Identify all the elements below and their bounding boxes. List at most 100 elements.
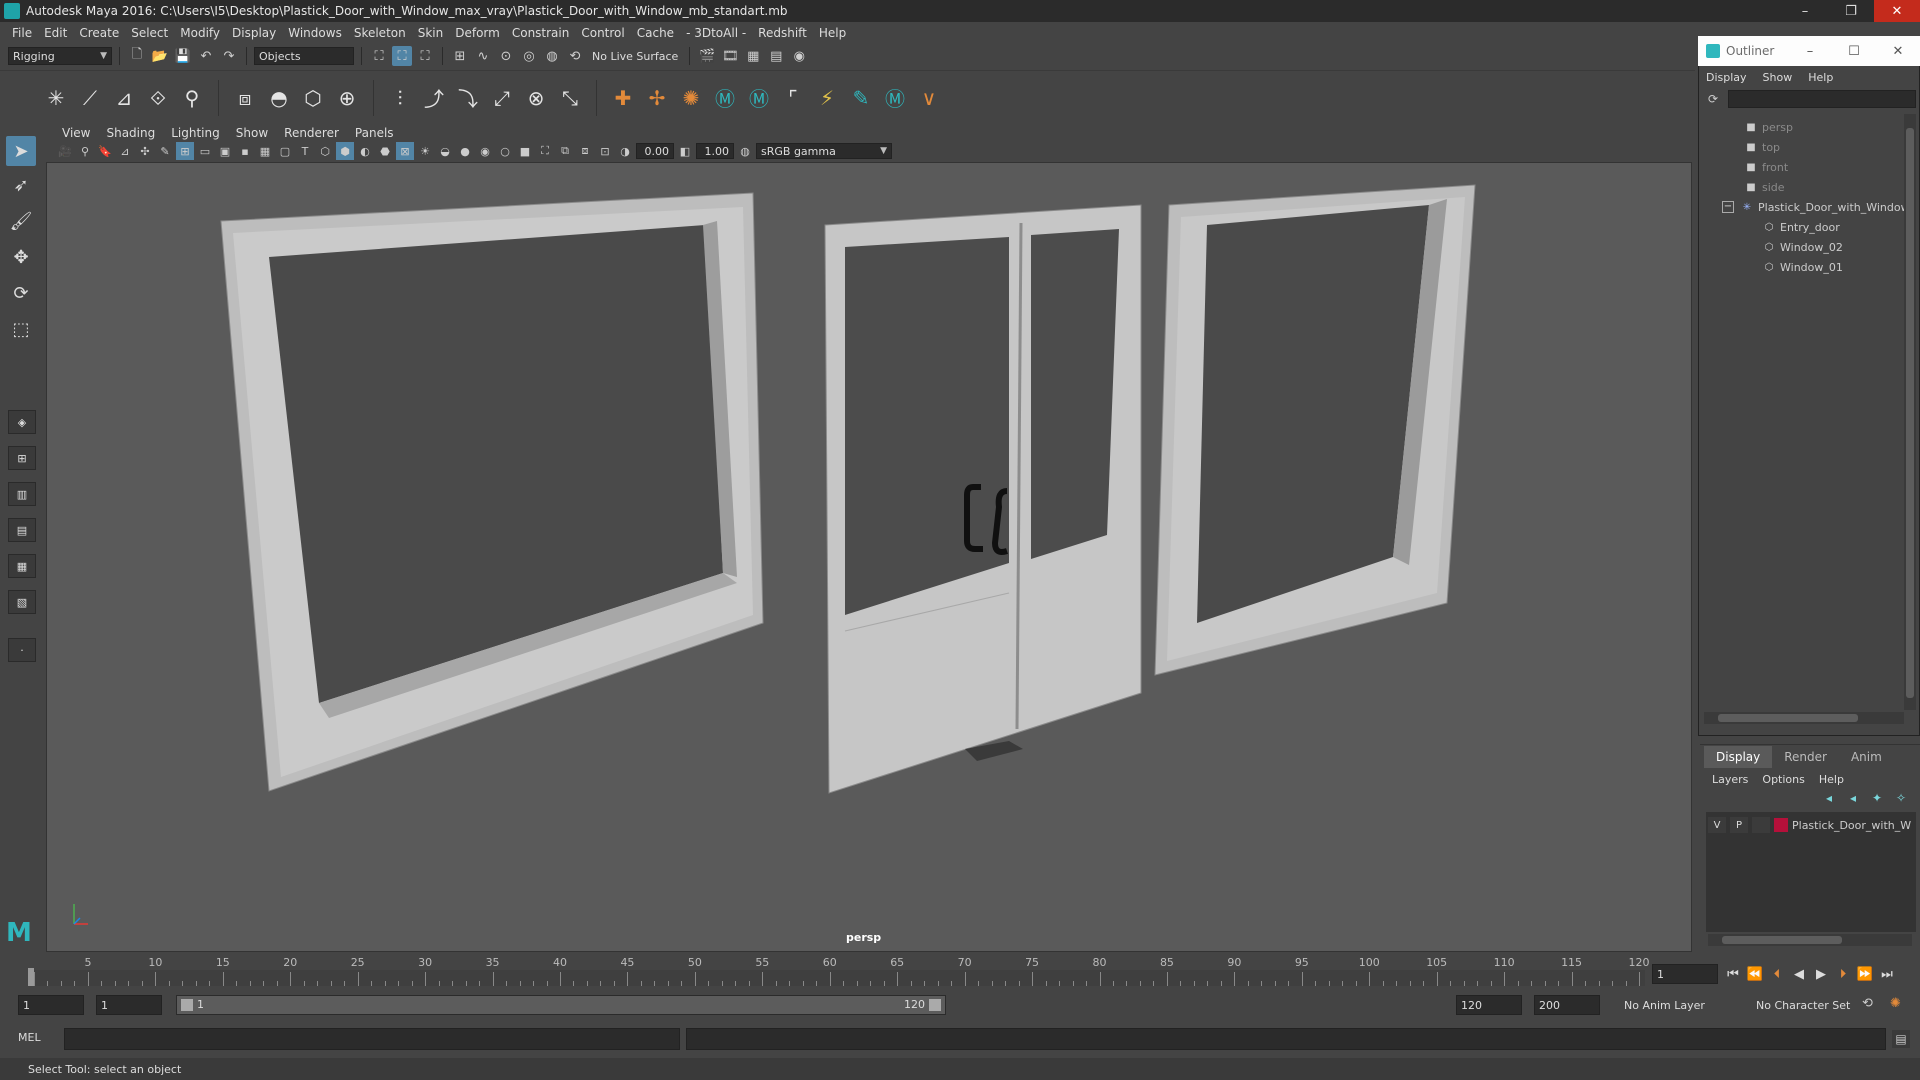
smooth-shade-icon[interactable]: ⬢	[336, 142, 354, 160]
menu-edit[interactable]: Edit	[38, 26, 73, 40]
layer-menu-layers[interactable]: Layers	[1712, 773, 1748, 786]
xray-active-icon[interactable]: ⧈	[576, 142, 594, 160]
outliner-minimize-button[interactable]: –	[1788, 44, 1832, 59]
new-layer-icon[interactable]: ✦	[1868, 790, 1886, 806]
camera-select-icon[interactable]: 🎥	[56, 142, 74, 160]
layer-color-swatch[interactable]	[1774, 818, 1788, 832]
menu-modify[interactable]: Modify	[174, 26, 226, 40]
menu-create[interactable]: Create	[73, 26, 125, 40]
move-layer-up-icon[interactable]: ◂	[1820, 790, 1838, 806]
select-tool-icon[interactable]: ➤	[6, 136, 36, 166]
anti-alias-icon[interactable]: ○	[496, 142, 514, 160]
2d-pan-icon[interactable]: ✣	[136, 142, 154, 160]
refresh-icon[interactable]: ⟳	[1704, 90, 1722, 108]
end-time-field[interactable]: 200	[1534, 995, 1600, 1015]
point-constraint-icon[interactable]: ⫶	[386, 84, 414, 112]
outliner-item-front[interactable]: ■ front	[1744, 158, 1788, 176]
menu-skeleton[interactable]: Skeleton	[348, 26, 412, 40]
range-start-handle[interactable]	[181, 999, 193, 1011]
restore-button[interactable]: ❐	[1828, 0, 1874, 22]
render-view-icon[interactable]: ▤	[766, 46, 786, 66]
outliner-item-side[interactable]: ■ side	[1744, 178, 1784, 196]
outliner-menu-display[interactable]: Display	[1706, 71, 1755, 84]
range-end-handle[interactable]	[929, 999, 941, 1011]
character-set-dropdown[interactable]: No Character Set	[1752, 995, 1870, 1015]
outliner-item-group[interactable]: − ✳ Plastick_Door_with_Window	[1722, 198, 1910, 216]
current-time-marker[interactable]	[28, 968, 34, 986]
single-pane-layout-icon[interactable]: ◈	[8, 410, 36, 434]
outliner-close-button[interactable]: ✕	[1876, 44, 1920, 59]
minimize-button[interactable]: –	[1782, 0, 1828, 22]
snap-surface-icon[interactable]: ◍	[542, 46, 562, 66]
color-space-dropdown[interactable]: sRGB gamma ▼	[756, 143, 892, 159]
ik-handle-icon[interactable]: ⟋	[76, 84, 104, 112]
cluster-icon[interactable]: ⊕	[333, 84, 361, 112]
play-forward-icon[interactable]: ▶	[1812, 964, 1830, 984]
layer-visibility-toggle[interactable]: V	[1708, 817, 1726, 833]
menu-windows[interactable]: Windows	[282, 26, 348, 40]
selection-mode-dropdown[interactable]: Objects	[254, 47, 354, 65]
grease-pencil-icon[interactable]: ✎	[156, 142, 174, 160]
step-forward-key-icon[interactable]: ⏩	[1856, 964, 1874, 984]
snap-view-icon[interactable]: ◎	[519, 46, 539, 66]
outliner-menu-help[interactable]: Help	[1808, 71, 1841, 84]
exposure-icon[interactable]: ◑	[616, 142, 634, 160]
paint-tool-icon[interactable]: ✎	[847, 84, 875, 112]
outliner-layout-icon[interactable]: ▤	[8, 518, 36, 542]
field-chart-icon[interactable]: ▦	[256, 142, 274, 160]
panel-menu-view[interactable]: View	[54, 126, 98, 140]
outliner-item-entry-door[interactable]: ⬡ Entry_door	[1762, 218, 1840, 236]
menu-control[interactable]: Control	[575, 26, 630, 40]
safe-title-icon[interactable]: T	[296, 142, 314, 160]
menu-file[interactable]: File	[6, 26, 38, 40]
layer-menu-options[interactable]: Options	[1762, 773, 1804, 786]
playback-start-field[interactable]: 1	[96, 995, 162, 1015]
collapse-icon[interactable]: −	[1722, 201, 1734, 213]
use-lights-icon[interactable]: ☀	[416, 142, 434, 160]
go-to-start-icon[interactable]: ⏮	[1724, 964, 1742, 984]
panel-menu-shading[interactable]: Shading	[98, 126, 163, 140]
outliner-item-window-01[interactable]: ⬡ Window_01	[1762, 258, 1843, 276]
menuset-dropdown[interactable]: Rigging ▼	[8, 47, 112, 65]
panel-menu-lighting[interactable]: Lighting	[163, 126, 228, 140]
step-back-frame-icon[interactable]: ⏴	[1768, 964, 1786, 984]
side-by-side-layout-icon[interactable]: ▥	[8, 482, 36, 506]
film-gate-icon[interactable]: ▭	[196, 142, 214, 160]
menu-deform[interactable]: Deform	[449, 26, 506, 40]
menu-help[interactable]: Help	[813, 26, 852, 40]
menu-3dtoall[interactable]: - 3DtoAll -	[680, 26, 752, 40]
exposure-field[interactable]: 0.00	[636, 143, 674, 159]
menu-display[interactable]: Display	[226, 26, 282, 40]
window-01-mesh[interactable]	[220, 192, 764, 792]
open-scene-icon[interactable]: 📂	[150, 46, 170, 66]
entry-door-mesh[interactable]	[824, 204, 1142, 794]
locator-icon[interactable]: ✚	[609, 84, 637, 112]
aim-constraint-icon[interactable]: ⤴	[420, 84, 448, 112]
save-scene-icon[interactable]: 💾	[173, 46, 193, 66]
outliner-item-top[interactable]: ■ top	[1744, 138, 1780, 156]
outliner-item-persp[interactable]: ■ persp	[1744, 118, 1793, 136]
layer-display-type[interactable]	[1752, 817, 1770, 833]
joint-tool-icon[interactable]: ✳	[42, 84, 70, 112]
mel-input[interactable]	[64, 1028, 680, 1050]
ik-spline-icon[interactable]: ⊿	[110, 84, 138, 112]
four-pane-layout-icon[interactable]: ⊞	[8, 446, 36, 470]
scrollbar-thumb[interactable]	[1722, 936, 1842, 944]
move-layer-down-icon[interactable]: ◂	[1844, 790, 1862, 806]
ambient-occlusion-icon[interactable]: ●	[456, 142, 474, 160]
viewport[interactable]	[46, 162, 1692, 952]
render-layout-icon[interactable]: ▧	[8, 590, 36, 614]
insert-joint-icon[interactable]: ⟐	[144, 84, 172, 112]
menu-constrain[interactable]: Constrain	[506, 26, 576, 40]
render-settings-icon[interactable]: 🎬	[697, 46, 717, 66]
resolution-gate-icon[interactable]: ▣	[216, 142, 234, 160]
panel-menu-renderer[interactable]: Renderer	[276, 126, 347, 140]
locator-joint-icon[interactable]: ✢	[643, 84, 671, 112]
panel-menu-show[interactable]: Show	[228, 126, 276, 140]
auto-key-icon[interactable]: ⟲	[1862, 996, 1880, 1014]
hud-icon[interactable]: ⊡	[596, 142, 614, 160]
new-layer-from-selection-icon[interactable]: ✧	[1892, 790, 1910, 806]
outliner-menu-show[interactable]: Show	[1763, 71, 1801, 84]
menu-redshift[interactable]: Redshift	[752, 26, 813, 40]
paint-weights-icon[interactable]: ⚡	[813, 84, 841, 112]
